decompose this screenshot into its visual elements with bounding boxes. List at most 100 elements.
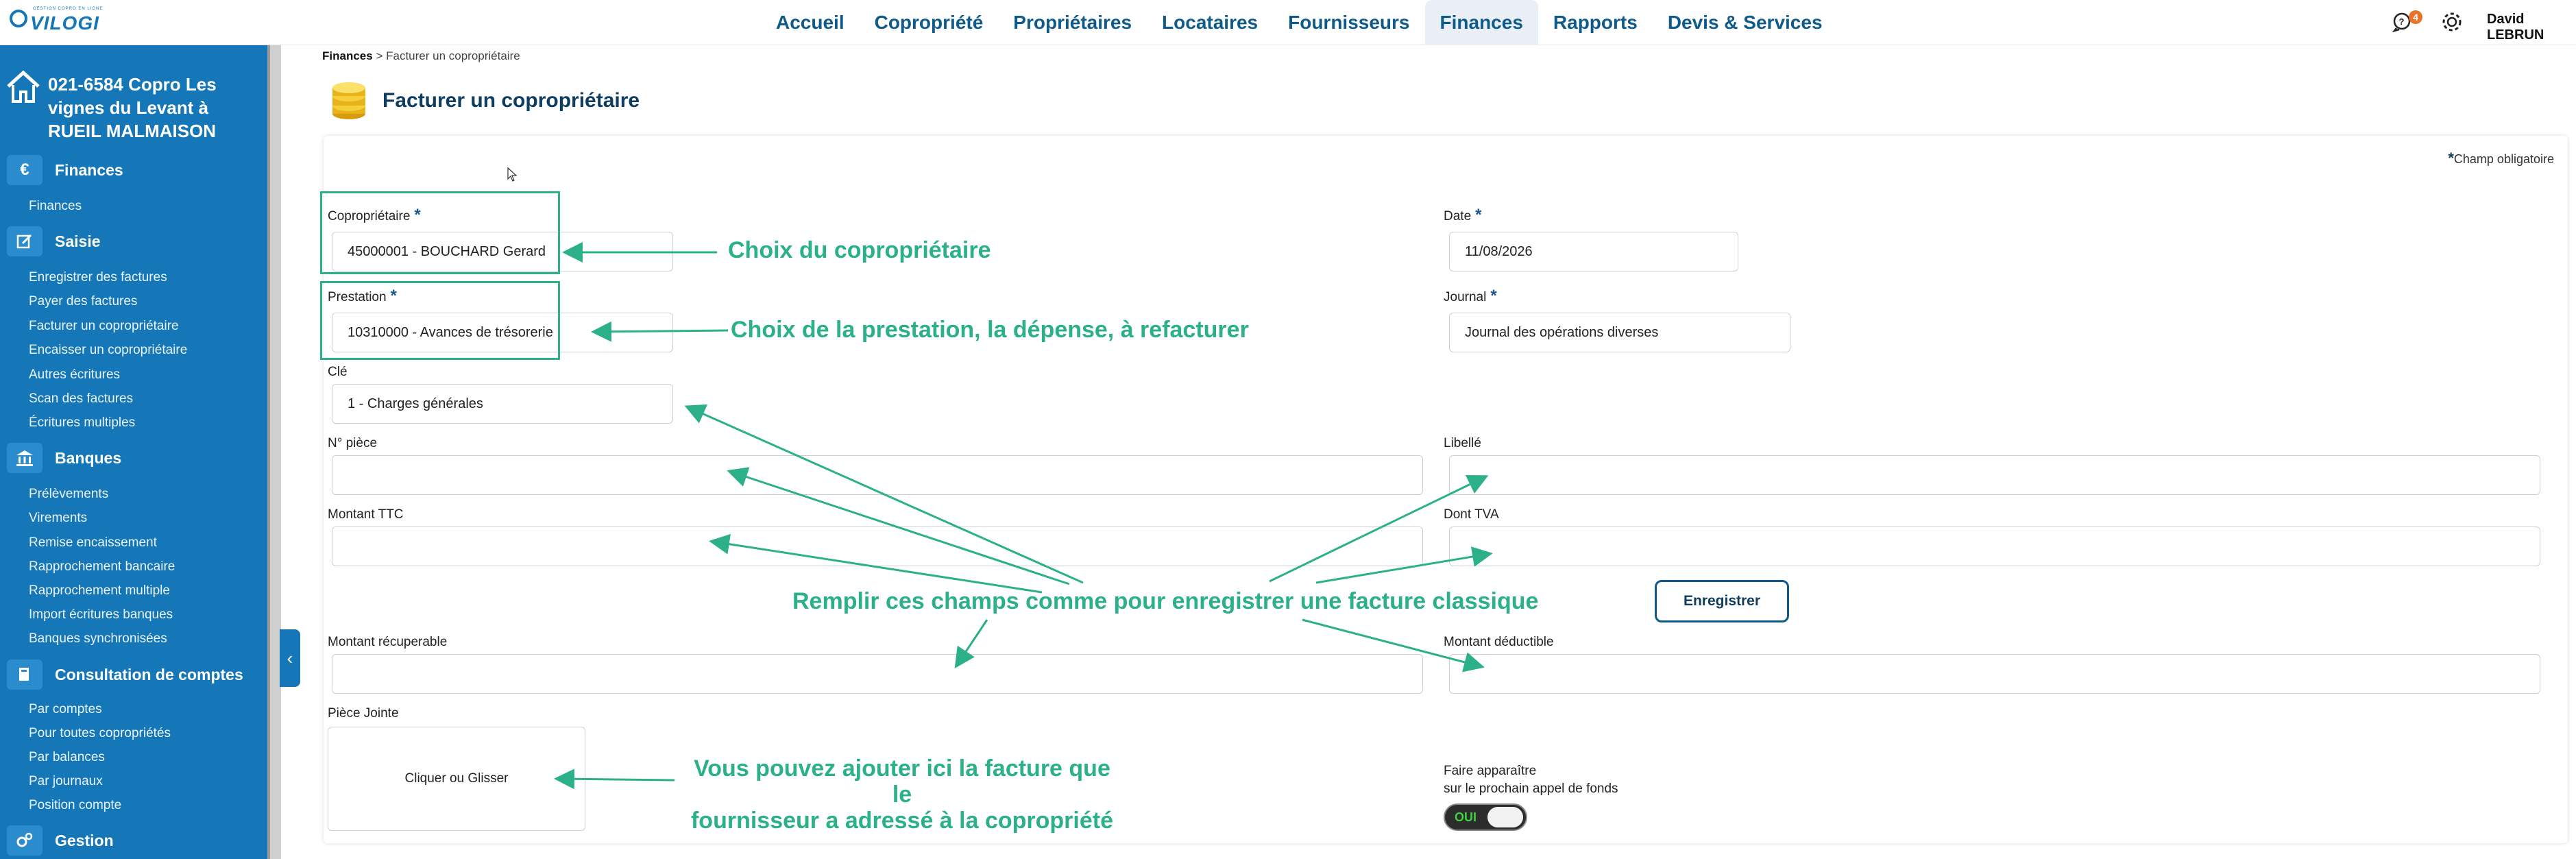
required-star: * <box>2448 149 2454 167</box>
breadcrumb-separator: > <box>376 49 383 62</box>
nav-accueil[interactable]: Accueil <box>761 0 860 45</box>
page-header: Facturer un copropriétaire <box>330 81 640 121</box>
journal-label: Journal * <box>1444 287 1497 306</box>
coins-icon <box>330 81 367 121</box>
main-nav: Accueil Copropriété Propriétaires Locata… <box>761 0 1838 45</box>
toggle-label: OUI <box>1455 810 1477 824</box>
annotation-choix-copro: Choix du copropriétaire <box>728 237 991 263</box>
montant-deductible-label: Montant déductible <box>1444 635 1554 649</box>
annotation-piece-line1: Vous pouvez ajouter ici la facture que l… <box>694 755 1110 808</box>
user-name[interactable]: David LEBRUN <box>2487 12 2576 43</box>
sidebar-link-par-journaux[interactable]: Par journaux <box>29 774 103 789</box>
nav-rapports[interactable]: Rapports <box>1538 0 1653 45</box>
nav-copropriete[interactable]: Copropriété <box>860 0 999 45</box>
page-title: Facturer un copropriétaire <box>382 89 640 112</box>
num-piece-label: N° pièce <box>328 436 378 450</box>
sidebar-link-rapprochement-bancaire[interactable]: Rapprochement bancaire <box>29 559 175 574</box>
sidebar-link-scan-factures[interactable]: Scan des factures <box>29 391 133 407</box>
help-chat-icon[interactable]: ? 4 <box>2392 10 2422 33</box>
edit-icon <box>7 226 42 256</box>
sidebar-link-enregistrer-factures[interactable]: Enregistrer des factures <box>29 270 167 285</box>
journal-select[interactable]: Journal des opérations diverses <box>1449 313 1790 352</box>
dont-tva-input[interactable] <box>1449 527 2540 566</box>
sidebar-link-par-balances[interactable]: Par balances <box>29 750 105 765</box>
collapse-sidebar-chevron-icon[interactable]: ‹ <box>280 629 300 687</box>
libelle-input[interactable] <box>1449 455 2540 495</box>
sidebar-section-consultation[interactable]: Consultation de comptes <box>7 660 243 690</box>
libelle-label: Libellé <box>1444 436 1481 450</box>
highlight-prestation <box>320 281 560 360</box>
sidebar-link-toutes-coproprietes[interactable]: Pour toutes copropriétés <box>29 726 171 741</box>
vilogi-logo[interactable]: GESTION COPRO EN LIGNE VILOGI <box>10 5 112 36</box>
cle-label: Clé <box>328 365 348 379</box>
required-note-text: Champ obligatoire <box>2453 152 2554 166</box>
date-input[interactable]: 11/08/2026 <box>1449 232 1738 271</box>
breadcrumb-root[interactable]: Finances <box>322 49 373 62</box>
sidebar-link-banques-synchronisees[interactable]: Banques synchronisées <box>29 631 167 646</box>
gears-icon <box>7 825 42 856</box>
appel-fonds-label: Faire apparaître sur le prochain appel d… <box>1444 762 1618 798</box>
montant-recuperable-input[interactable] <box>332 654 1423 694</box>
bank-icon <box>7 443 42 473</box>
required-note: *Champ obligatoire <box>2448 149 2554 167</box>
nav-finances[interactable]: Finances <box>1424 0 1538 45</box>
num-piece-input[interactable] <box>332 455 1423 495</box>
toggle-knob <box>1487 807 1523 827</box>
montant-ttc-label: Montant TTC <box>328 507 404 522</box>
label-text: Journal <box>1444 290 1487 304</box>
cle-select[interactable]: 1 - Charges générales <box>332 384 673 424</box>
sidebar-link-rapprochement-multiple[interactable]: Rapprochement multiple <box>29 583 170 598</box>
sidebar-link-autres-ecritures[interactable]: Autres écritures <box>29 367 120 383</box>
montant-recuperable-label: Montant récuperable <box>328 635 448 649</box>
section-label: Saisie <box>55 232 101 250</box>
file-dropzone[interactable]: Cliquer ou Glisser <box>328 727 585 831</box>
mouse-cursor-icon <box>507 167 518 186</box>
sidebar-link-import-ecritures[interactable]: Import écritures banques <box>29 607 173 622</box>
notification-badge: 4 <box>2409 10 2422 24</box>
dont-tva-label: Dont TVA <box>1444 507 1499 522</box>
home-icon[interactable] <box>5 70 41 104</box>
sidebar-link-par-comptes[interactable]: Par comptes <box>29 702 102 717</box>
sidebar-link-payer-factures[interactable]: Payer des factures <box>29 294 137 309</box>
svg-text:?: ? <box>2399 16 2405 27</box>
save-button[interactable]: Enregistrer <box>1655 580 1789 622</box>
header-icons: ? 4 <box>2392 8 2464 36</box>
sidebar-splitter[interactable] <box>267 45 281 859</box>
sidebar-link-finances[interactable]: Finances <box>29 199 82 214</box>
annotation-choix-prestation: Choix de la prestation, la dépense, à re… <box>731 317 1249 343</box>
sidebar-link-prelevements[interactable]: Prélèvements <box>29 487 108 502</box>
logo-text: VILOGI <box>30 12 99 34</box>
annotation-piece-line2: fournisseur a adressé à la copropriété <box>690 808 1114 834</box>
sidebar-link-encaisser-copro[interactable]: Encaisser un copropriétaire <box>29 343 187 358</box>
sidebar-section-finances[interactable]: € Finances <box>7 155 123 185</box>
appel-fonds-toggle[interactable]: OUI <box>1444 803 1527 831</box>
sidebar-section-saisie[interactable]: Saisie <box>7 226 101 256</box>
montant-deductible-input[interactable] <box>1449 654 2540 694</box>
nav-locataires[interactable]: Locataires <box>1147 0 1273 45</box>
euro-icon: € <box>7 155 42 185</box>
nav-fournisseurs[interactable]: Fournisseurs <box>1273 0 1424 45</box>
nav-devis-services[interactable]: Devis & Services <box>1653 0 1838 45</box>
breadcrumb-current: Facturer un copropriétaire <box>386 49 520 62</box>
sidebar-section-gestion[interactable]: Gestion <box>7 825 114 856</box>
logo-mark-icon <box>10 10 27 27</box>
settings-gear-icon[interactable] <box>2440 10 2464 34</box>
annotation-piece-jointe: Vous pouvez ajouter ici la facture que l… <box>683 755 1121 834</box>
nav-proprietaires[interactable]: Propriétaires <box>998 0 1147 45</box>
section-label: Consultation de comptes <box>55 665 243 683</box>
sidebar-link-virements[interactable]: Virements <box>29 511 87 526</box>
sidebar-link-position-compte[interactable]: Position compte <box>29 798 121 813</box>
breadcrumb: Finances > Facturer un copropriétaire <box>322 49 520 63</box>
montant-ttc-input[interactable] <box>332 527 1423 566</box>
copro-title: 021-6584 Copro Les vignes du Levant à RU… <box>48 74 217 141</box>
piece-jointe-label: Pièce Jointe <box>328 706 399 721</box>
sidebar-link-facturer-copro[interactable]: Facturer un copropriétaire <box>29 319 179 334</box>
required-star: * <box>1475 206 1482 224</box>
sidebar-link-remise-encaissement[interactable]: Remise encaissement <box>29 535 157 551</box>
sidebar-section-banques[interactable]: Banques <box>7 443 121 473</box>
annotation-remplir: Remplir ces champs comme pour enregistre… <box>792 588 1539 614</box>
section-label: Finances <box>55 160 123 179</box>
date-label: Date * <box>1444 206 1481 225</box>
sidebar-link-ecritures-multiples[interactable]: Écritures multiples <box>29 415 135 431</box>
required-star: * <box>1490 287 1497 305</box>
